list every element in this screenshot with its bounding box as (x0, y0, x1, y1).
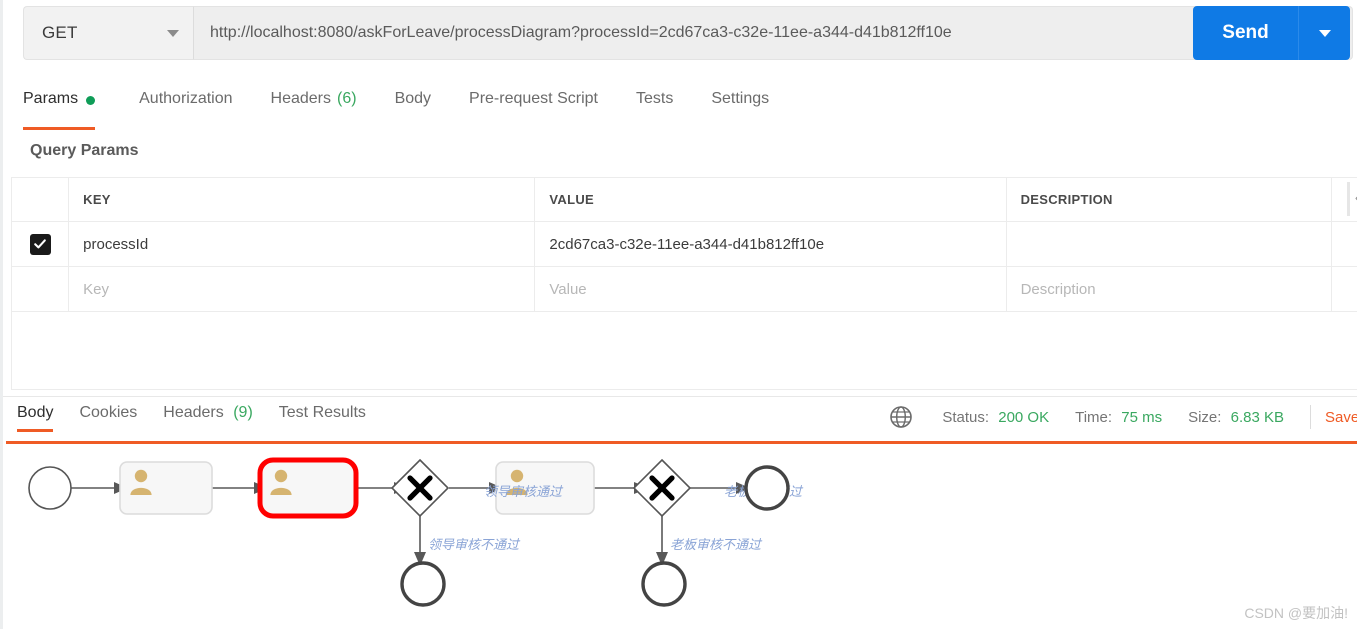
start-event (28, 466, 72, 510)
tab-tests-label: Tests (635, 90, 674, 107)
send-button-group: Send (1193, 6, 1350, 60)
tab-headers-label: Headers (270, 90, 331, 107)
param-key-input[interactable]: processId (69, 222, 536, 266)
response-body-panel: 领导审核通过 领导审核不通过 老板审核通过 老板审核不通过 CSDN @要加油! (6, 441, 1357, 629)
response-tab-test-results[interactable]: Test Results (279, 404, 366, 432)
size-value: 6.83 KB (1230, 408, 1284, 426)
send-options-button[interactable] (1298, 6, 1350, 60)
new-param-value-input[interactable]: Value (535, 267, 1007, 311)
response-tab-body[interactable]: Body (17, 404, 54, 432)
request-tabs: Params Authorization Headers (6) Body Pr… (23, 88, 1357, 130)
header-cell-spacer (1332, 178, 1357, 221)
params-active-dot-icon (86, 96, 96, 105)
table-header-row: KEY VALUE DESCRIPTION (12, 178, 1357, 222)
table-row[interactable]: processId 2cd67ca3-c32e-11ee-a344-d41b81… (12, 222, 1357, 267)
tab-params[interactable]: Params (23, 88, 113, 130)
empty-row-spacer (1332, 267, 1357, 311)
tab-headers[interactable]: Headers (6) (271, 88, 375, 126)
exclusive-gateway-2 (632, 458, 692, 518)
exclusive-gateway-1 (390, 458, 450, 518)
save-response-button[interactable]: Save Response (1325, 409, 1357, 426)
tab-settings[interactable]: Settings (711, 88, 787, 126)
globe-icon[interactable] (888, 404, 914, 430)
response-tab-test-results-label: Test Results (278, 404, 366, 421)
time-badge: Time: 75 ms (1075, 409, 1162, 426)
table-row-empty[interactable]: Key Value Description (12, 267, 1357, 312)
tab-params-label: Params (23, 90, 79, 107)
end-event-1 (744, 465, 790, 511)
response-tab-headers-count: (9) (233, 404, 253, 421)
response-meta-bar: Status: 200 OK Time: 75 ms Size: 6.83 KB… (888, 404, 1357, 430)
response-tab-cookies-label: Cookies (79, 404, 138, 421)
time-value: 75 ms (1121, 408, 1163, 426)
new-param-key-input[interactable]: Key (69, 267, 536, 311)
user-task-2-highlighted (257, 457, 359, 519)
param-description-input[interactable] (1007, 222, 1332, 266)
header-cell-description: DESCRIPTION (1007, 178, 1332, 221)
flow-label-leader-fail: 领导审核不通过 (428, 537, 521, 552)
empty-row-checkbox-cell[interactable] (12, 267, 70, 311)
tab-tests[interactable]: Tests (636, 88, 691, 126)
size-badge: Size: 6.83 KB (1188, 409, 1284, 426)
header-cell-key: KEY (69, 178, 536, 221)
url-input[interactable]: http://localhost:8080/askForLeave/proces… (193, 6, 1353, 60)
param-enabled-checkbox[interactable] (29, 233, 51, 255)
flow-label-boss-fail: 老板审核不通过 (670, 537, 763, 552)
response-tab-cookies[interactable]: Cookies (79, 404, 137, 432)
tab-headers-count: (6) (337, 90, 357, 107)
tab-body[interactable]: Body (395, 88, 449, 126)
query-params-title: Query Params (30, 142, 139, 159)
time-label: Time: (1075, 408, 1113, 426)
tab-authorization[interactable]: Authorization (139, 88, 250, 126)
flow-label-leader-pass: 领导审核通过 (484, 484, 564, 499)
status-value: 200 OK (998, 408, 1050, 426)
status-badge: Status: 200 OK (942, 409, 1049, 426)
status-label: Status: (942, 408, 990, 426)
tab-body-label: Body (394, 90, 432, 107)
size-label: Size: (1188, 408, 1222, 426)
row-checkbox-cell[interactable] (12, 222, 70, 266)
param-value-input[interactable]: 2cd67ca3-c32e-11ee-a344-d41b812ff10e (535, 222, 1007, 266)
user-task-1 (119, 461, 213, 515)
request-url-bar: GET http://localhost:8080/askForLeave/pr… (23, 6, 1353, 60)
response-tabs: Body Cookies Headers (9) Test Results (17, 404, 392, 432)
response-tab-headers[interactable]: Headers (9) (163, 404, 253, 432)
tab-pre-request-script[interactable]: Pre-request Script (469, 88, 616, 126)
tab-settings-label: Settings (711, 90, 770, 107)
http-method-selector[interactable]: GET (23, 6, 193, 60)
end-event-3 (641, 561, 687, 607)
send-button[interactable]: Send (1193, 6, 1298, 60)
url-text: http://localhost:8080/askForLeave/proces… (210, 24, 952, 41)
row-spacer (1332, 222, 1357, 266)
postman-window: GET http://localhost:8080/askForLeave/pr… (0, 0, 1357, 629)
response-tab-body-label: Body (17, 404, 54, 421)
column-resize-handle[interactable] (1347, 182, 1350, 216)
new-param-description-input[interactable]: Description (1007, 267, 1332, 311)
query-params-table: KEY VALUE DESCRIPTION processId 2cd67ca3… (11, 177, 1357, 312)
tab-pre-request-script-label: Pre-request Script (469, 90, 598, 107)
response-tab-headers-label: Headers (163, 404, 224, 421)
tab-authorization-label: Authorization (139, 90, 233, 107)
http-method-label: GET (42, 23, 78, 42)
header-cell-value: VALUE (535, 178, 1007, 221)
chevron-down-icon (167, 29, 179, 37)
response-separator (3, 396, 1357, 397)
csdn-watermark: CSDN @要加油! (1244, 605, 1348, 621)
meta-divider (1310, 405, 1311, 429)
end-event-2 (400, 561, 446, 607)
chevron-down-icon (1318, 29, 1331, 37)
params-table-empty-area (11, 312, 1357, 390)
header-cell-checkbox (12, 178, 70, 221)
bpmn-process-diagram: 领导审核通过 领导审核不通过 老板审核通过 老板审核不通过 (28, 457, 804, 607)
